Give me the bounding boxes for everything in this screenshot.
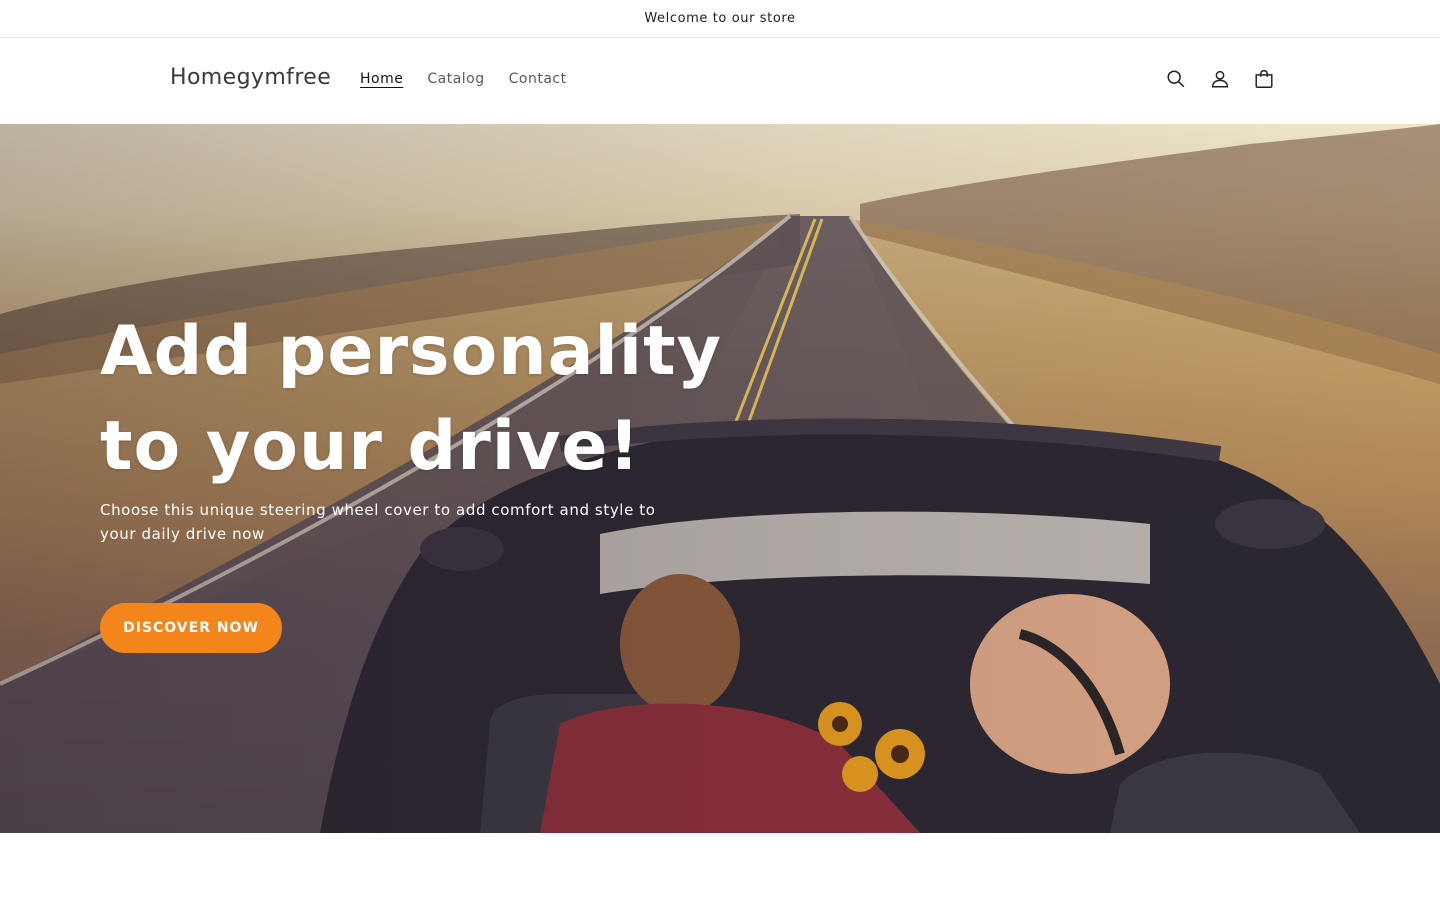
announcement-bar: Welcome to our store (0, 0, 1440, 38)
hero-title-line-1: Add personality (100, 312, 722, 391)
nav-catalog-link[interactable]: Catalog (415, 71, 496, 87)
site-header: Homegymfree Home Catalog Contact (0, 39, 1440, 124)
hero-title: Add personality to your drive! (100, 304, 820, 494)
store-logo[interactable]: Homegymfree (170, 65, 331, 90)
nav-home-link[interactable]: Home (348, 71, 415, 87)
main-nav: Home Catalog Contact (348, 71, 579, 87)
hero-title-line-2: to your drive! (100, 407, 641, 486)
hero-subtitle: Choose this unique steering wheel cover … (100, 501, 656, 543)
discover-now-button[interactable]: DISCOVER NOW (100, 603, 282, 653)
header-icons (1164, 66, 1276, 92)
account-icon[interactable] (1208, 66, 1232, 92)
cart-icon[interactable] (1252, 66, 1276, 92)
announcement-text: Welcome to our store (644, 11, 796, 26)
hero-banner: Add personality to your drive! Choose th… (0, 124, 1440, 833)
search-icon[interactable] (1164, 66, 1188, 92)
nav-contact-link[interactable]: Contact (497, 71, 579, 87)
